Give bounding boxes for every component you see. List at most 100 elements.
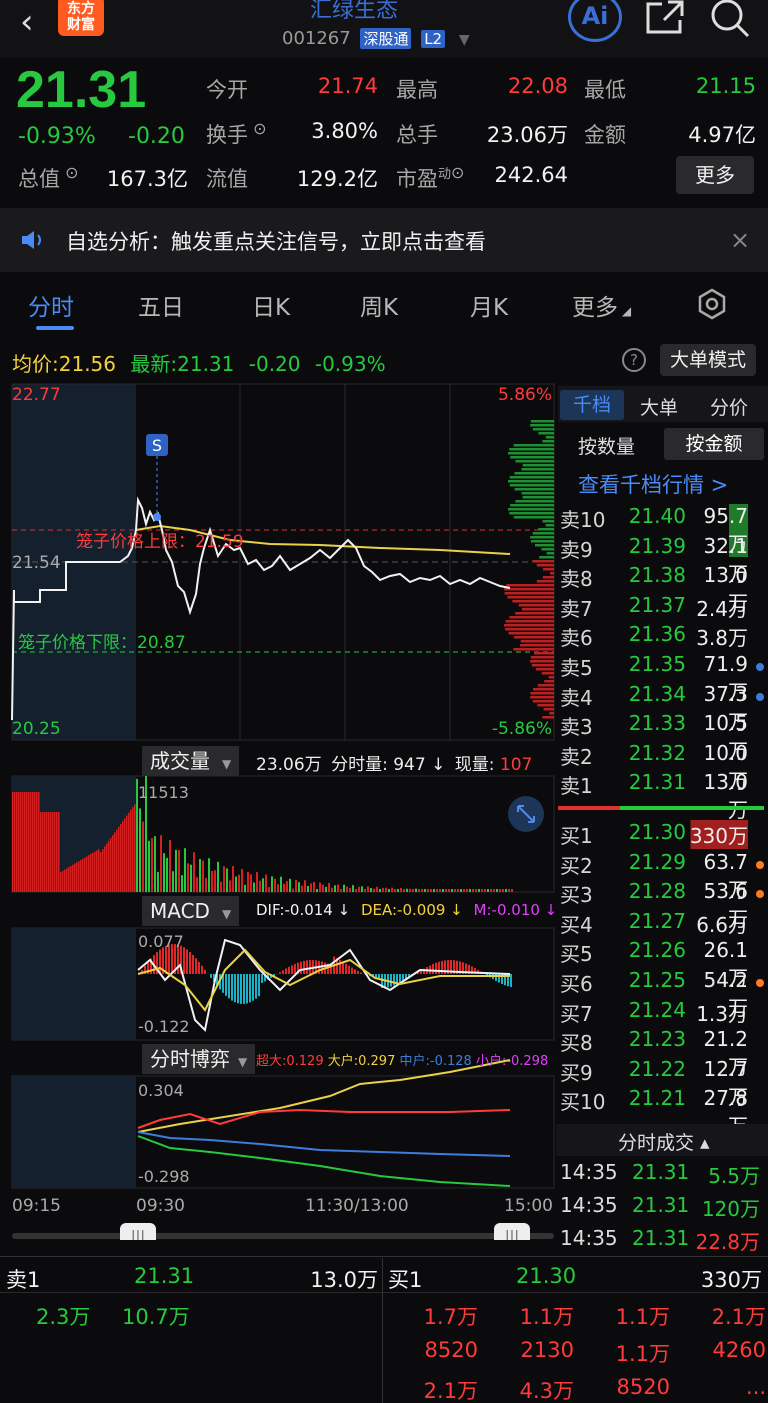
- volume-bar: [14, 792, 16, 892]
- volume-bar: [448, 889, 450, 892]
- ticks-header-label[interactable]: 分时成交 ▴: [618, 1128, 710, 1155]
- macd-bar: [228, 974, 230, 999]
- volume-bar: [331, 887, 333, 892]
- volume-bar: [62, 870, 64, 892]
- gear-icon[interactable]: [696, 288, 728, 320]
- bid-level-row[interactable]: 买2 21.29 63.7万: [558, 849, 768, 902]
- tab-weekly-k[interactable]: 周K: [360, 288, 398, 322]
- bid-level-row[interactable]: 买8 21.23 21.2万: [558, 1027, 768, 1079]
- volume-bar: [352, 885, 354, 892]
- ask-level-row[interactable]: 卖10 21.40 95.7万: [558, 504, 768, 557]
- range-slider-track[interactable]: [12, 1233, 554, 1239]
- depth-bar: [539, 556, 554, 559]
- depth-bar: [508, 452, 554, 455]
- ask-level-row[interactable]: 卖3 21.33 10.5万: [558, 711, 768, 763]
- tab-intraday[interactable]: 分时: [28, 288, 74, 322]
- ask-level-row[interactable]: 卖4 21.34 37.3万: [558, 682, 768, 734]
- intraday-charts[interactable]: S 22.77 21.54 20.25 5.86% -5.86% 笼子价格上限：…: [0, 380, 558, 1240]
- info-icon[interactable]: ⊙: [248, 119, 266, 138]
- volume-indicator-selector[interactable]: 成交量 ▼: [142, 746, 240, 776]
- volume-bar: [244, 884, 246, 892]
- level-price: 21.31: [628, 770, 686, 795]
- pct-top-label: 5.86%: [498, 385, 552, 405]
- big-order-mode-button[interactable]: 大单模式: [660, 344, 756, 376]
- share-icon[interactable]: [646, 0, 684, 34]
- tab-five-day[interactable]: 五日: [138, 288, 184, 322]
- volume-bar: [376, 886, 378, 892]
- game-indicator-selector[interactable]: 分时博弈 ▼: [142, 1044, 256, 1074]
- caret-down-icon[interactable]: ▼: [459, 32, 470, 48]
- level-price: 21.29: [628, 849, 686, 874]
- tick-volume: 5.5万: [708, 1164, 760, 1188]
- shenzhen-connect-tag: 深股通: [360, 28, 412, 49]
- tab-price-dist[interactable]: 分价: [710, 393, 748, 420]
- depth-bar: [507, 596, 554, 599]
- bid-level-row[interactable]: 买7 21.24 1.3万: [558, 998, 768, 1028]
- large-order-dot: [756, 692, 764, 701]
- tab-by-quantity[interactable]: 按数量: [578, 432, 635, 459]
- tab-big-order[interactable]: 大单: [640, 393, 678, 420]
- depth-bar: [509, 448, 554, 451]
- volume-bar: [358, 886, 360, 892]
- volume-bar: [172, 871, 174, 892]
- bid-level-row[interactable]: 买5 21.26 26.1万: [558, 938, 768, 990]
- bid-level-row[interactable]: 买10 21.21 27.8万: [558, 1086, 768, 1138]
- depth-bar: [538, 528, 554, 531]
- view-depth-link[interactable]: 查看千档行情 >: [578, 469, 728, 499]
- volume-bar: [116, 829, 118, 892]
- volume-bar: [445, 889, 447, 892]
- volume-bar: [325, 886, 327, 892]
- back-icon[interactable]: ‹: [20, 2, 34, 42]
- depth-bar: [541, 548, 554, 551]
- help-icon[interactable]: ?: [622, 348, 646, 372]
- game-stats: 超大:0.129 大户:0.297 中户:-0.128 小户:-0.298: [256, 1054, 549, 1069]
- time-label-1500: 15:00: [504, 1196, 553, 1216]
- ask-level-row[interactable]: 卖6 21.36 3.8万: [558, 622, 768, 652]
- more-button[interactable]: 更多: [676, 156, 754, 194]
- volume-bar: [322, 884, 324, 892]
- tab-thousand-level[interactable]: 千档: [560, 390, 624, 420]
- bid-level-row[interactable]: 买3 21.28 53.6万: [558, 879, 768, 931]
- macd-top-label: 0.077: [138, 932, 184, 951]
- level-label: 卖8: [560, 567, 593, 592]
- tab-by-amount[interactable]: 按金额: [664, 428, 764, 460]
- ask-level-row[interactable]: 卖2 21.32 10.0万: [558, 741, 768, 793]
- large-order-dot: [756, 890, 764, 899]
- search-icon[interactable]: [708, 0, 752, 38]
- bid-level-row[interactable]: 买1 21.30 330万: [558, 820, 768, 850]
- macd-bar: [390, 974, 392, 987]
- change-amount: -0.20: [128, 124, 185, 149]
- macd-bar: [192, 954, 194, 974]
- close-icon[interactable]: ×: [730, 226, 750, 254]
- depth-bar: [522, 608, 554, 611]
- time-label-0915: 09:15: [12, 1196, 61, 1216]
- chart-info-line: 均价:21.56 最新:21.31 -0.20 -0.93%: [12, 352, 386, 376]
- buy-queue-item: ...: [745, 1375, 766, 1399]
- depth-bar: [542, 568, 554, 571]
- bid-level-row[interactable]: 买9 21.22 12.7万: [558, 1057, 768, 1109]
- signal-dot: [153, 513, 161, 521]
- volume-bar: [142, 821, 144, 892]
- ask-level-row[interactable]: 卖5 21.35 71.9万: [558, 652, 768, 704]
- macd-indicator-selector[interactable]: MACD ▼: [142, 896, 240, 926]
- volume-bar: [70, 866, 72, 892]
- y-mid-label: 21.54: [12, 553, 61, 573]
- volume-bar: [307, 886, 309, 892]
- ask-level-row[interactable]: 卖9 21.39 32.1万: [558, 534, 768, 586]
- depth-bar: [513, 444, 554, 447]
- tab-monthly-k[interactable]: 月K: [470, 288, 508, 322]
- bid-level-row[interactable]: 买6 21.25 54.2万: [558, 968, 768, 1020]
- notice-text[interactable]: 自选分析：触发重点关注信号，立即点击查看: [66, 226, 486, 256]
- ask-level-row[interactable]: 卖1 21.31 13.0万: [558, 770, 768, 822]
- grip-icon: |||: [131, 1229, 145, 1240]
- info-icon[interactable]: ⊙: [60, 163, 78, 182]
- bid-level-row[interactable]: 买4 21.27 6.6万: [558, 909, 768, 939]
- volume-bar: [120, 824, 122, 892]
- ask-level-row[interactable]: 卖7 21.37 2.4万: [558, 593, 768, 623]
- ask-level-row[interactable]: 卖8 21.38 13.0万: [558, 563, 768, 615]
- info-icon[interactable]: ⊙: [451, 163, 464, 182]
- volume-bar: [409, 888, 411, 892]
- tab-daily-k[interactable]: 日K: [252, 288, 290, 322]
- volume-bar: [430, 889, 432, 892]
- tab-more[interactable]: 更多 ◢: [572, 288, 631, 322]
